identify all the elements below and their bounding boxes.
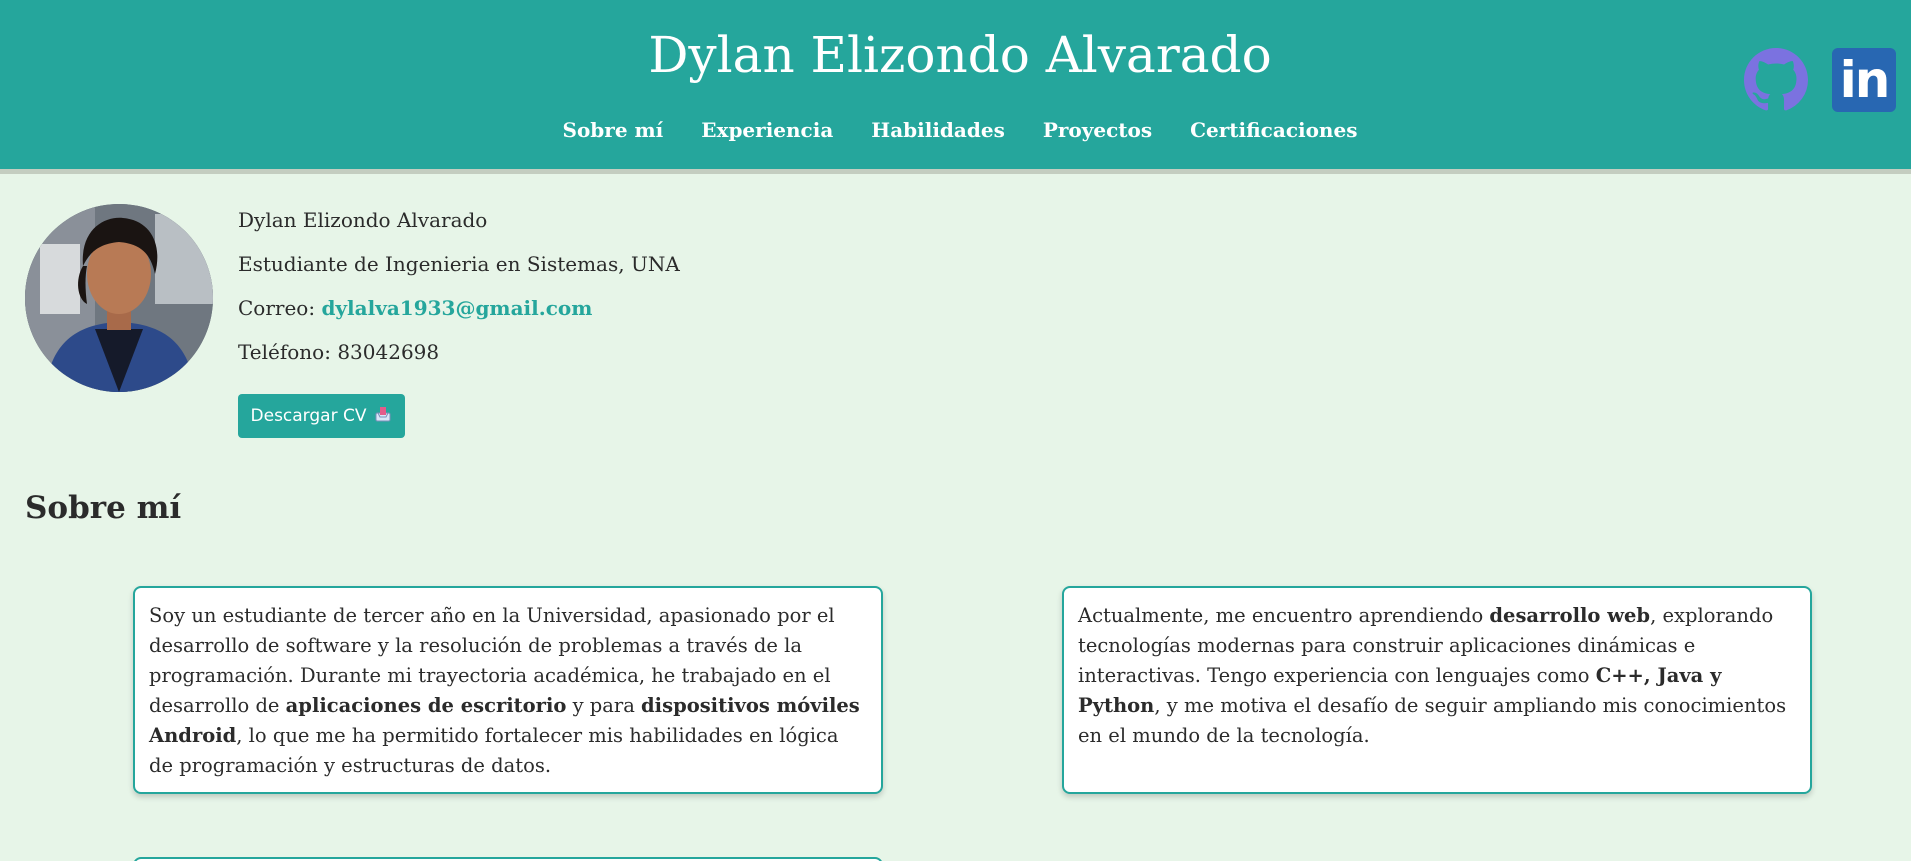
- profile-phone-row: Teléfono: 83042698: [238, 338, 680, 382]
- email-label: Correo:: [238, 296, 322, 320]
- phone-label: Teléfono:: [238, 340, 338, 364]
- email-link[interactable]: dylalva1933@gmail.com: [321, 296, 592, 320]
- profile-email-row: Correo: dylalva1933@gmail.com: [238, 294, 680, 338]
- download-cv-button[interactable]: Descargar CV: [238, 394, 405, 438]
- about-card-1-text-3: , lo que me ha permitido fortalecer mis …: [149, 724, 839, 777]
- inbox-tray-icon: [374, 405, 392, 428]
- profile-name: Dylan Elizondo Alvarado: [238, 208, 488, 232]
- github-icon[interactable]: [1744, 48, 1808, 112]
- avatar: [25, 204, 213, 392]
- main-nav: Sobre mí Experiencia Habilidades Proyect…: [0, 118, 1911, 142]
- section-title-sobre-mi: Sobre mí: [25, 490, 182, 526]
- about-card-2-text-3: , y me motiva el desafío de seguir ampli…: [1078, 694, 1787, 747]
- about-card-3: [133, 857, 883, 861]
- site-title: Dylan Elizondo Alvarado: [648, 26, 1272, 84]
- site-header: Dylan Elizondo Alvarado Sobre mí Experie…: [0, 0, 1911, 174]
- nav-link-proyectos[interactable]: Proyectos: [1043, 118, 1152, 142]
- download-cv-label: Descargar CV: [250, 406, 367, 426]
- nav-link-experiencia[interactable]: Experiencia: [701, 118, 833, 142]
- about-card-1-text-2: y para: [566, 694, 642, 717]
- about-card-2: Actualmente, me encuentro aprendiendo de…: [1062, 586, 1812, 794]
- profile-role: Estudiante de Ingenieria en Sistemas, UN…: [238, 252, 680, 276]
- about-card-1: Soy un estudiante de tercer año en la Un…: [133, 586, 883, 794]
- linkedin-icon[interactable]: in: [1832, 48, 1896, 112]
- nav-link-habilidades[interactable]: Habilidades: [871, 118, 1005, 142]
- about-card-2-bold-1: desarrollo web: [1489, 604, 1651, 627]
- about-card-2-text: Actualmente, me encuentro aprendiendo: [1078, 604, 1490, 627]
- phone-value: 83042698: [337, 340, 440, 364]
- nav-link-certificaciones[interactable]: Certificaciones: [1190, 118, 1357, 142]
- nav-link-sobre-mi[interactable]: Sobre mí: [563, 118, 664, 142]
- about-card-1-bold-1: aplicaciones de escritorio: [285, 694, 567, 717]
- linkedin-logo-text: in: [1839, 51, 1891, 109]
- profile-info: Dylan Elizondo Alvarado Estudiante de In…: [238, 206, 680, 382]
